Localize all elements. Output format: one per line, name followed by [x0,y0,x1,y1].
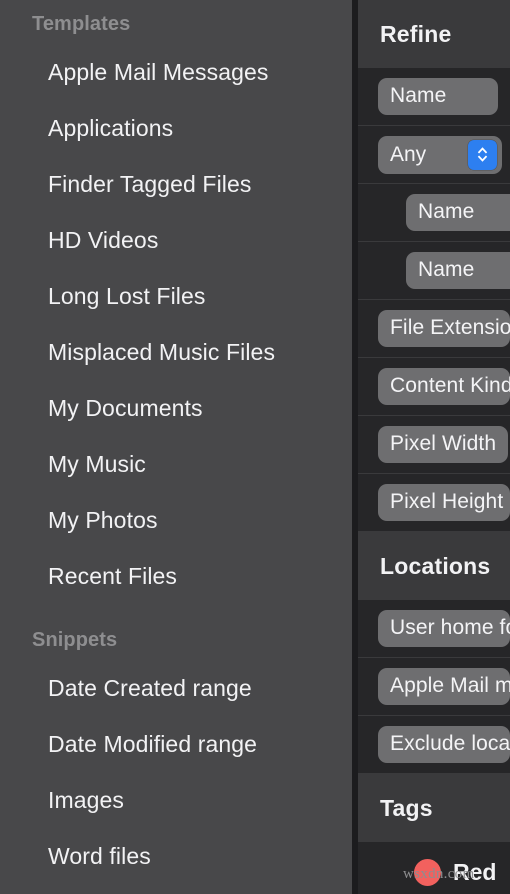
criteria-row[interactable]: Name [358,184,510,242]
panel-section-title: Locations [380,552,491,579]
chevron-up-down-icon[interactable] [468,139,497,170]
criteria-row[interactable]: Pixel Width [358,416,510,474]
panel-section-header-locations[interactable]: Locations [358,532,510,600]
sidebar-group-snippets: Snippets Date Created range Date Modified … [0,620,352,884]
sidebar-item-date-created-range[interactable]: Date Created range [0,660,352,716]
sidebar-item-misplaced-music-files[interactable]: Misplaced Music Files [0,324,352,380]
criteria-row[interactable]: Exclude locations [358,716,510,774]
sidebar-item-date-modified-range[interactable]: Date Modified range [0,716,352,772]
sidebar-group-header: Snippets [32,629,118,651]
criteria-row[interactable]: User home folder [358,600,510,658]
refine-panel[interactable]: Refine Name Any Name Name File Extension Conte… [358,0,510,894]
sidebar-item-long-lost-files[interactable]: Long Lost Files [0,268,352,324]
sidebar-group-templates: Templates Apple Mail Messages Applications… [0,4,352,604]
tag-row-red[interactable]: Red [358,842,510,894]
sidebar-group-list: Templates Apple Mail Messages Applications… [0,4,352,884]
criteria-row[interactable]: Any [358,126,510,184]
sidebar-item-word-files[interactable]: Word files [0,828,352,884]
criteria-pill-pixel-height[interactable]: Pixel Height [378,484,510,521]
criteria-pill-content-kind[interactable]: Content Kind [378,368,510,405]
sidebar-item-finder-tagged-files[interactable]: Finder Tagged Files [0,156,352,212]
criteria-pill-name[interactable]: Name [406,194,510,231]
criteria-pill-user-home-folder[interactable]: User home folder [378,610,510,647]
panel-section-header-refine[interactable]: Refine [358,0,510,68]
panel-section-list: Refine Name Any Name Name File Extension Conte… [358,0,510,894]
sidebar-item-apple-mail-messages[interactable]: Apple Mail Messages [0,44,352,100]
panel-section-title: Tags [380,794,433,821]
criteria-row[interactable]: Content Kind [358,358,510,416]
criteria-pill-exclude-locations[interactable]: Exclude locations [378,726,510,763]
tag-label: Red [453,858,497,885]
app-window: Templates Apple Mail Messages Applications… [0,0,510,894]
sidebar-item-recent-files[interactable]: Recent Files [0,548,352,604]
criteria-row[interactable]: File Extension [358,300,510,358]
tag-color-dot-icon [414,858,441,886]
sidebar-item-applications[interactable]: Applications [0,100,352,156]
criteria-row[interactable]: Pixel Height [358,474,510,532]
popup-selected-value: Any [390,142,427,166]
criteria-pill-pixel-width[interactable]: Pixel Width [378,426,509,463]
sidebar-item-hd-videos[interactable]: HD Videos [0,212,352,268]
sidebar-item-my-documents[interactable]: My Documents [0,380,352,436]
panel-section-title: Refine [380,20,452,47]
popup-button-any[interactable]: Any [378,135,502,174]
criteria-pill-file-extension[interactable]: File Extension [378,310,510,347]
sidebar-group-header: Templates [32,13,131,35]
criteria-pill-name[interactable]: Name [378,78,498,115]
templates-sidebar[interactable]: Templates Apple Mail Messages Applications… [0,0,352,894]
criteria-pill-apple-mail-messages[interactable]: Apple Mail messages [378,668,510,705]
criteria-row[interactable]: Name [358,242,510,300]
sidebar-item-images[interactable]: Images [0,772,352,828]
criteria-row[interactable]: Name [358,68,510,126]
sidebar-item-my-photos[interactable]: My Photos [0,492,352,548]
criteria-pill-name[interactable]: Name [406,252,510,289]
sidebar-item-my-music[interactable]: My Music [0,436,352,492]
criteria-row[interactable]: Apple Mail messages [358,658,510,716]
panel-section-header-tags[interactable]: Tags [358,774,510,842]
